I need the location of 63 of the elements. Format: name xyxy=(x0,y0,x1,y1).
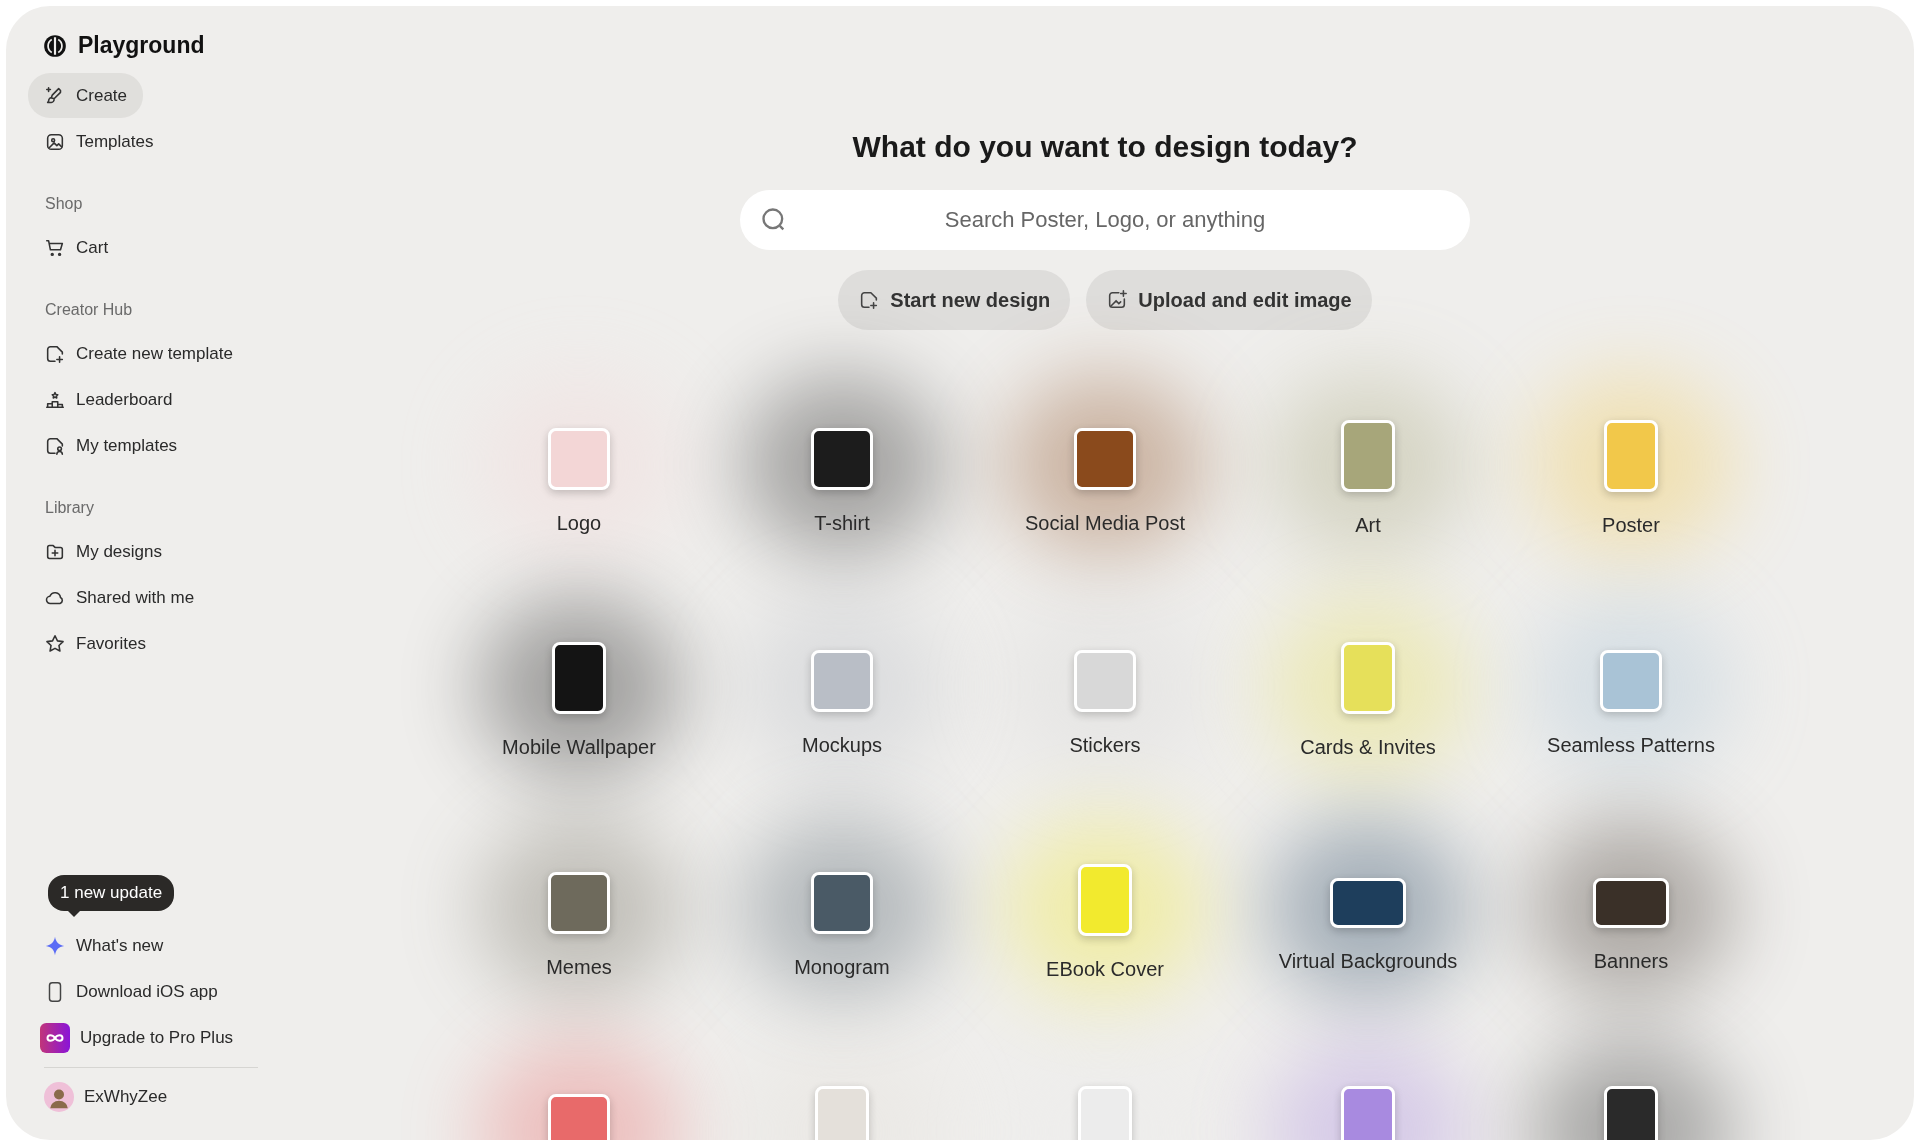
category-thumbnail[interactable] xyxy=(1341,1086,1395,1140)
category-thumbnail[interactable] xyxy=(1074,428,1136,490)
category-thumbnail[interactable] xyxy=(1341,642,1395,714)
tooltip-pointer-icon xyxy=(68,911,80,917)
category-label[interactable]: Banners xyxy=(1593,950,1669,973)
category-thumbnail[interactable] xyxy=(1330,878,1406,928)
category-label[interactable]: Cards & Invites xyxy=(1300,736,1436,759)
category-label[interactable]: Seamless Patterns xyxy=(1547,734,1715,757)
sidebar-item[interactable]: Shared with me xyxy=(28,575,211,620)
category-thumbnail[interactable] xyxy=(1600,650,1662,712)
category-thumbnail[interactable] xyxy=(548,872,610,934)
category-thumbnail[interactable] xyxy=(811,650,873,712)
category-thumbnail[interactable] xyxy=(815,1086,869,1140)
star-icon xyxy=(44,632,66,655)
category-label[interactable]: Logo xyxy=(556,512,602,535)
category-thumbnail[interactable] xyxy=(1604,1086,1658,1140)
sidebar-item[interactable]: My templates xyxy=(28,423,194,468)
category-label[interactable]: Monogram xyxy=(794,956,890,979)
category-thumbnail[interactable] xyxy=(1074,650,1136,712)
user-profile[interactable]: ExWhyZee xyxy=(32,1074,184,1119)
category-label[interactable]: Art xyxy=(1355,514,1381,537)
image-plus-icon xyxy=(1106,289,1129,311)
page-title: What do you want to design today? xyxy=(852,130,1358,164)
sidebar-item[interactable]: Cart xyxy=(28,225,125,270)
sidebar-item[interactable]: Leaderboard xyxy=(28,377,189,422)
category-label[interactable]: Stickers xyxy=(1069,734,1141,757)
sidebar-item[interactable]: Templates xyxy=(28,119,170,164)
avatar-icon xyxy=(44,1081,74,1112)
category-label[interactable]: Virtual Backgrounds xyxy=(1278,950,1458,973)
category-thumbnail[interactable] xyxy=(1078,864,1132,936)
category-thumbnail[interactable] xyxy=(1341,420,1395,492)
category-label[interactable]: EBook Cover xyxy=(1046,958,1164,981)
category-thumbnail[interactable] xyxy=(811,428,873,490)
category-label[interactable]: Mobile Wallpaper xyxy=(502,736,656,759)
search-field[interactable]: Search Poster, Logo, or anything xyxy=(740,190,1470,250)
action-button[interactable]: Upload and edit image xyxy=(1086,270,1372,330)
category-thumbnail[interactable] xyxy=(1593,878,1669,928)
category-label[interactable]: Mockups xyxy=(802,734,882,757)
category-thumbnail[interactable] xyxy=(548,1094,610,1140)
category-thumbnail[interactable] xyxy=(811,872,873,934)
category-label[interactable]: Memes xyxy=(546,956,612,979)
category-thumbnail[interactable] xyxy=(1604,420,1658,492)
sidebar-item[interactable]: My designs xyxy=(28,529,178,574)
update-tooltip: 1 new update xyxy=(48,875,175,911)
section-heading: Creator Hub xyxy=(44,300,134,320)
category-thumbnail[interactable] xyxy=(1078,1086,1132,1140)
infinity-icon xyxy=(40,1022,70,1053)
category-thumbnail[interactable] xyxy=(552,642,606,714)
sidebar-item[interactable]: Upgrade to Pro Plus xyxy=(32,1015,250,1060)
category-label[interactable]: Social Media Post xyxy=(1024,512,1186,535)
sidebar-item[interactable]: Download iOS app xyxy=(32,969,234,1014)
sidebar-item[interactable]: Create xyxy=(28,73,144,118)
category-label[interactable]: Poster xyxy=(1602,514,1660,537)
sidebar-item[interactable]: What's new xyxy=(32,923,180,968)
sidebar-item[interactable]: Favorites xyxy=(28,621,162,666)
sidebar-item[interactable]: Create new template xyxy=(28,331,249,376)
action-button[interactable]: Start new design xyxy=(838,270,1071,330)
section-heading: Library xyxy=(44,498,95,518)
section-heading: Shop xyxy=(44,194,84,214)
app-name: Playground xyxy=(78,32,205,59)
category-thumbnail[interactable] xyxy=(548,428,610,490)
category-label[interactable]: T-shirt xyxy=(814,512,870,535)
logo-icon xyxy=(42,32,68,59)
